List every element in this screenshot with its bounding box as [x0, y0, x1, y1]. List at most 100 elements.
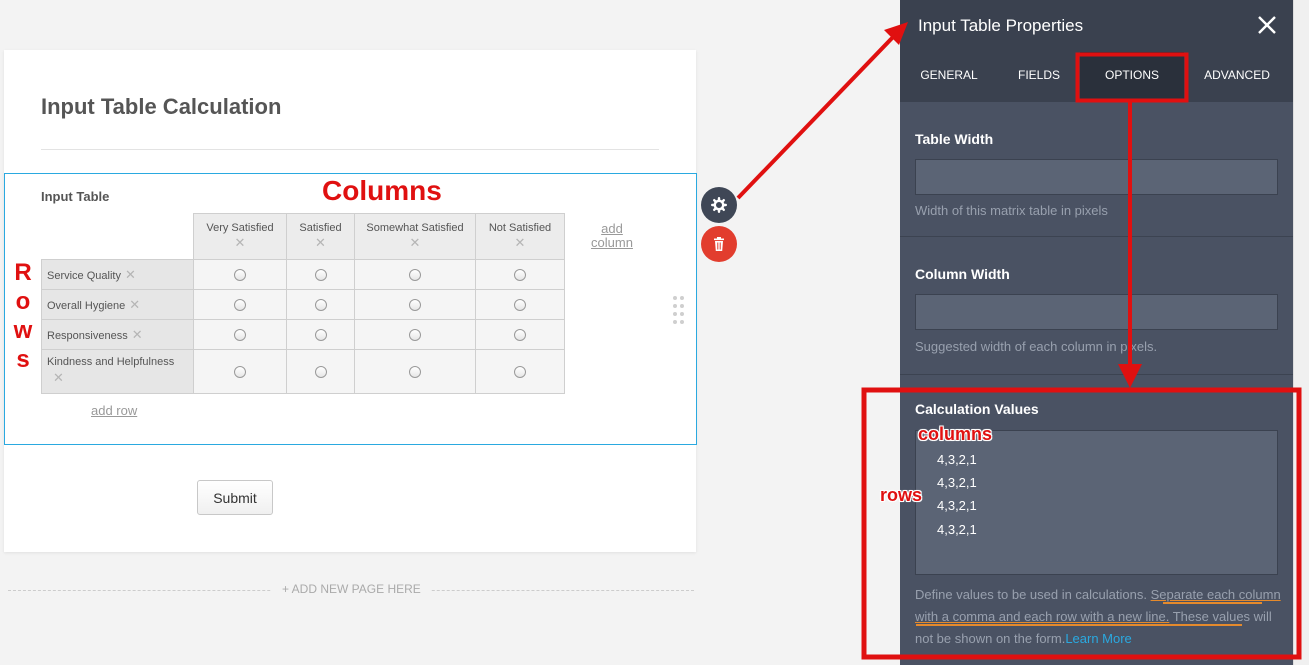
table-cell [193, 289, 287, 320]
radio-button[interactable] [234, 268, 246, 281]
submit-button[interactable]: Submit [197, 480, 273, 515]
table-row: Service Quality ✕ [41, 259, 565, 290]
close-icon[interactable] [1256, 14, 1278, 36]
radio-button[interactable] [409, 298, 421, 311]
row-header: Overall Hygiene ✕ [41, 289, 194, 320]
input-table-field[interactable]: Input Table Very Satisfied ✕ Satisfied ✕… [4, 173, 697, 445]
radio-button[interactable] [514, 298, 526, 311]
table-cell [475, 349, 565, 394]
drag-handle-icon[interactable] [673, 296, 685, 326]
column-label: Satisfied [299, 222, 342, 234]
remove-row-icon[interactable]: ✕ [125, 267, 136, 282]
radio-button[interactable] [234, 365, 246, 378]
table-cell [475, 259, 565, 290]
table-cell [354, 259, 476, 290]
field-properties-button[interactable] [701, 187, 737, 223]
radio-button[interactable] [234, 298, 246, 311]
radio-button[interactable] [314, 268, 327, 281]
panel-title: Input Table Properties [918, 16, 1084, 35]
table-cell [354, 349, 476, 394]
tab-options[interactable]: OPTIONS [1080, 52, 1184, 102]
table-cell [286, 259, 355, 290]
rows-letter: w [13, 317, 33, 344]
radio-button[interactable] [409, 365, 421, 378]
remove-row-icon[interactable]: ✕ [132, 327, 143, 342]
radio-button[interactable] [314, 298, 327, 311]
column-width-label: Column Width [915, 266, 1010, 282]
radio-button[interactable] [409, 328, 421, 341]
column-width-input[interactable] [915, 294, 1278, 330]
table-width-section: Table Width Width of this matrix table i… [900, 102, 1293, 237]
calculation-line: 4,3,2,1 [937, 498, 977, 513]
radio-button[interactable] [514, 268, 526, 281]
remove-column-icon[interactable]: ✕ [194, 235, 286, 251]
remove-column-icon[interactable]: ✕ [355, 235, 475, 251]
column-label: Somewhat Satisfied [366, 222, 464, 234]
column-width-help: Suggested width of each column in pixels… [915, 339, 1158, 354]
tab-fields[interactable]: FIELDS [998, 52, 1080, 102]
table-row: Kindness and Helpfulness ✕ [41, 349, 565, 394]
row-header: Responsiveness ✕ [41, 319, 194, 350]
table-cell [475, 289, 565, 320]
calculation-help: Define values to be used in calculations… [915, 584, 1287, 650]
rows-letter: o [15, 288, 31, 315]
panel-header: Input Table Properties [900, 0, 1293, 52]
row-label: Responsiveness [47, 329, 128, 342]
remove-column-icon[interactable]: ✕ [287, 235, 354, 251]
table-row: Responsiveness ✕ [41, 319, 565, 350]
panel-columns-annotation: columns [918, 424, 993, 444]
input-table: Very Satisfied ✕ Satisfied ✕ Somewhat Sa… [41, 213, 565, 394]
row-label: Kindness and Helpfulness [47, 356, 175, 368]
gear-icon [711, 197, 727, 213]
add-column-link[interactable]: add column [589, 222, 635, 250]
calculation-values-textarea[interactable]: 4,3,2,1 4,3,2,1 4,3,2,1 4,3,2,1 [915, 430, 1278, 575]
column-header: Somewhat Satisfied ✕ [354, 213, 476, 260]
table-cell [354, 289, 476, 320]
properties-panel: Input Table Properties GENERAL FIELDS OP… [900, 0, 1293, 665]
table-cell [286, 289, 355, 320]
form-card: Input Table Calculation Input Table Very… [4, 50, 697, 552]
table-cell [193, 259, 287, 290]
add-row-link[interactable]: add row [91, 403, 137, 418]
remove-row-icon[interactable]: ✕ [129, 297, 140, 312]
column-label: Not Satisfied [488, 222, 552, 234]
table-width-label: Table Width [915, 131, 994, 147]
trash-icon [714, 237, 724, 251]
radio-button[interactable] [314, 328, 327, 341]
table-cell [193, 319, 287, 350]
delete-field-button[interactable] [701, 226, 737, 262]
rows-letter: s [16, 346, 30, 373]
row-header: Kindness and Helpfulness ✕ [41, 349, 194, 394]
rows-letter: R [14, 259, 32, 286]
panel-tabs: GENERAL FIELDS OPTIONS ADVANCED [900, 52, 1293, 102]
add-new-page-link[interactable]: + ADD NEW PAGE HERE [272, 582, 431, 596]
table-row: Overall Hygiene ✕ [41, 289, 565, 320]
radio-button[interactable] [514, 328, 526, 341]
radio-button[interactable] [514, 365, 526, 378]
row-label: Overall Hygiene [47, 299, 126, 312]
title-divider [41, 149, 659, 150]
rows-annotation: R o w s [10, 258, 36, 374]
table-width-input[interactable] [915, 159, 1278, 195]
table-corner [42, 214, 194, 260]
tab-advanced[interactable]: ADVANCED [1184, 52, 1290, 102]
remove-row-icon[interactable]: ✕ [53, 370, 193, 386]
remove-column-icon[interactable]: ✕ [476, 235, 564, 251]
column-header: Not Satisfied ✕ [475, 213, 565, 260]
learn-more-link[interactable]: Learn More [1065, 631, 1131, 646]
tab-general[interactable]: GENERAL [900, 52, 998, 102]
calculation-line: 4,3,2,1 [937, 475, 977, 490]
table-cell [286, 349, 355, 394]
table-cell [193, 349, 287, 394]
table-cell [354, 319, 476, 350]
page-scrollbar[interactable] [1293, 0, 1309, 665]
radio-button[interactable] [234, 328, 246, 341]
radio-button[interactable] [409, 268, 421, 281]
radio-button[interactable] [314, 365, 327, 378]
calculation-line: 4,3,2,1 [937, 522, 977, 537]
table-width-help: Width of this matrix table in pixels [915, 203, 1108, 218]
column-label: Very Satisfied [206, 222, 274, 234]
column-width-section: Column Width Suggested width of each col… [900, 237, 1293, 375]
field-label: Input Table [41, 189, 110, 204]
form-title: Input Table Calculation [41, 94, 282, 119]
